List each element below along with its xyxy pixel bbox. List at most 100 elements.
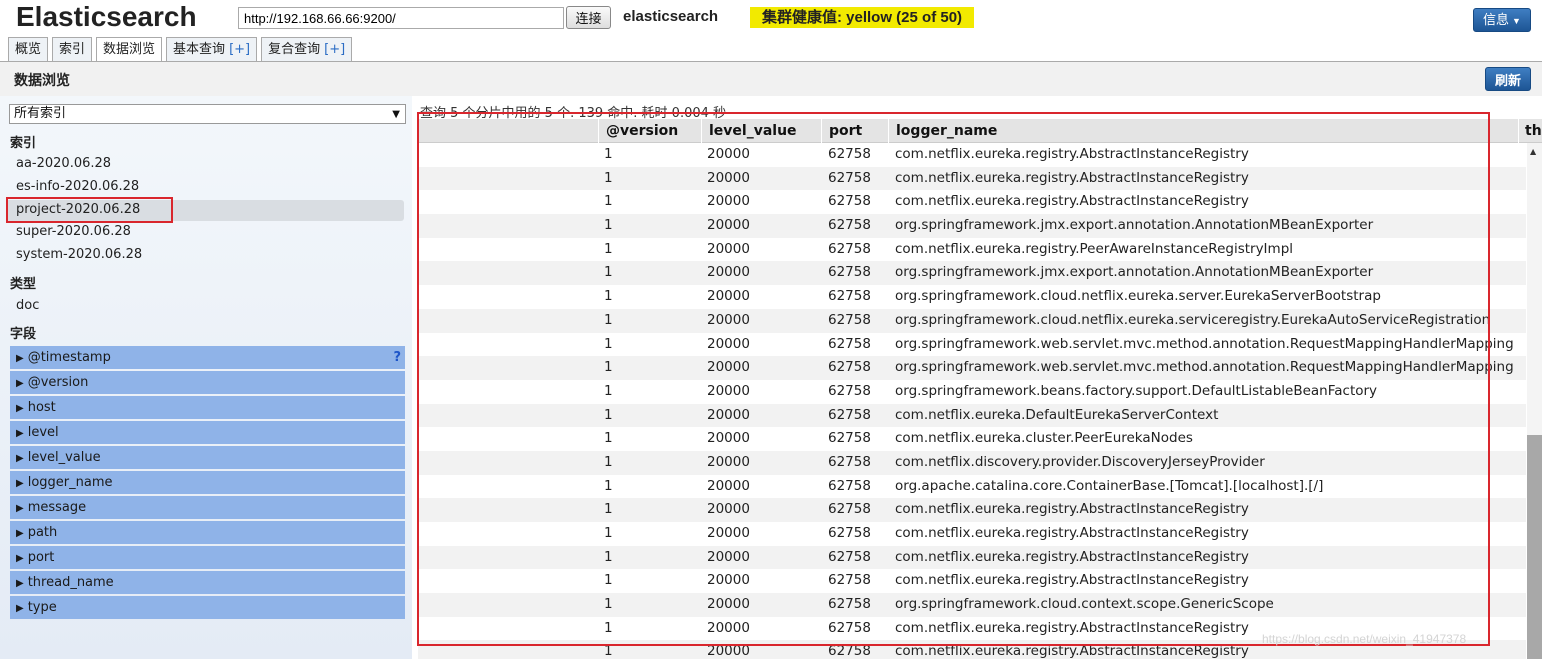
cell-level-value: 20000: [707, 311, 750, 328]
tab-label: 复合查询: [268, 42, 321, 57]
tab-compound-query[interactable]: 复合查询 [+]: [261, 37, 353, 62]
cell-logger-name: com.netflix.eureka.registry.AbstractInst…: [895, 619, 1249, 636]
expand-triangle-icon: ▶: [16, 578, 24, 589]
expand-triangle-icon: ▶: [16, 528, 24, 539]
refresh-button[interactable]: 刷新: [1485, 67, 1531, 91]
expand-triangle-icon: ▶: [16, 478, 24, 489]
cell-level-value: 20000: [707, 193, 750, 210]
cell-level-value: 20000: [707, 501, 750, 518]
index-item[interactable]: super-2020.06.28: [16, 224, 131, 239]
table-row[interactable]: 1 20000 62758 org.springframework.web.servl…: [418, 333, 1526, 357]
cell-port: 62758: [828, 643, 871, 659]
table-row[interactable]: 1 20000 62758 com.netflix.eureka.registry.A…: [418, 143, 1526, 167]
table-row[interactable]: 1 20000 62758 com.netflix.eureka.registry.A…: [418, 545, 1526, 570]
index-select-value: 所有索引: [14, 106, 67, 121]
scroll-up-arrow-icon[interactable]: ▲: [1530, 147, 1536, 156]
cell-port: 62758: [828, 430, 871, 447]
table-row[interactable]: 1 20000 62758 org.apache.catalina.core.Cont…: [418, 475, 1526, 499]
cell-level-value: 20000: [707, 453, 750, 470]
field-item[interactable]: ▶ thread_name: [10, 571, 405, 594]
type-item[interactable]: doc: [16, 298, 39, 313]
cell-logger-name: org.springframework.jmx.export.annotatio…: [895, 264, 1374, 281]
cell-logger-name: com.netflix.eureka.registry.AbstractInst…: [895, 525, 1249, 541]
top-header: Elasticsearch 连接 elasticsearch 集群健康值: ye…: [0, 0, 1542, 63]
add-tab-plus[interactable]: [+]: [324, 42, 345, 57]
column-header-port[interactable]: port: [821, 119, 888, 143]
column-header-version[interactable]: @version: [598, 119, 701, 143]
index-item[interactable]: system-2020.06.28: [16, 247, 142, 262]
index-annotation-outline: [6, 197, 173, 223]
field-item[interactable]: ▶ @timestamp?: [10, 346, 405, 369]
section-bar: 数据浏览 刷新: [0, 62, 1542, 96]
table-row[interactable]: 1 20000 62758 org.springframework.web.servl…: [418, 356, 1526, 380]
table-row[interactable]: 1 20000 62758 org.springframework.cloud.con…: [418, 593, 1526, 617]
table-row[interactable]: 1 20000 62758 com.netflix.eureka.registry.A…: [418, 498, 1526, 522]
table-row[interactable]: 1 20000 62758 com.netflix.eureka.cluster.Pe…: [418, 427, 1526, 451]
index-item[interactable]: es-info-2020.06.28: [16, 179, 139, 194]
field-item[interactable]: ▶ host: [10, 396, 405, 419]
cell-logger-name: com.netflix.eureka.registry.AbstractInst…: [895, 548, 1249, 565]
expand-triangle-icon: ▶: [16, 453, 24, 464]
cell-version: 1: [604, 288, 613, 305]
cell-version: 1: [604, 359, 613, 376]
tab-basic-query[interactable]: 基本查询 [+]: [166, 37, 258, 62]
table-row[interactable]: 1 20000 62758 com.netflix.eureka.registry.A…: [418, 522, 1526, 546]
cell-level-value: 20000: [707, 359, 750, 376]
tab-label: 数据浏览: [103, 42, 156, 57]
tab-indices[interactable]: 索引: [52, 37, 93, 62]
cell-level-value: 20000: [707, 264, 750, 281]
column-header-thread-name[interactable]: th: [1518, 119, 1542, 143]
cell-version: 1: [604, 146, 613, 162]
tab-overview[interactable]: 概览: [8, 37, 49, 62]
table-row[interactable]: 1 20000 62758 com.netflix.discovery.provide…: [418, 450, 1526, 475]
cell-port: 62758: [828, 193, 871, 210]
cell-level-value: 20000: [707, 643, 750, 659]
table-row[interactable]: 1 20000 62758 com.netflix.eureka.registry.P…: [418, 238, 1526, 262]
field-label: host: [27, 400, 56, 415]
field-item[interactable]: ▶ type: [10, 596, 405, 619]
column-header-level-value[interactable]: level_value: [701, 119, 821, 143]
field-item[interactable]: ▶ logger_name: [10, 471, 405, 494]
field-item[interactable]: ▶ message: [10, 496, 405, 519]
cell-version: 1: [604, 193, 613, 210]
cell-port: 62758: [828, 406, 871, 423]
cell-version: 1: [604, 501, 613, 518]
connect-button[interactable]: 连接: [566, 6, 611, 29]
field-item[interactable]: ▶ level_value: [10, 446, 405, 469]
tab-label: 索引: [59, 42, 86, 57]
cell-level-value: 20000: [707, 619, 750, 636]
index-item[interactable]: aa-2020.06.28: [16, 156, 111, 171]
field-item[interactable]: ▶ level: [10, 421, 405, 444]
table-row[interactable]: 1 20000 62758 org.springframework.cloud.net…: [418, 285, 1526, 309]
cell-version: 1: [604, 264, 613, 281]
table-row[interactable]: 1 20000 62758 org.springframework.jmx.expor…: [418, 261, 1526, 286]
field-label: level: [27, 425, 59, 440]
field-item[interactable]: ▶ @version: [10, 371, 405, 394]
table-row[interactable]: 1 20000 62758 org.springframework.jmx.expor…: [418, 214, 1526, 238]
scrollbar-thumb[interactable]: [1527, 435, 1542, 659]
add-tab-plus[interactable]: [+]: [229, 42, 250, 57]
app-title: Elasticsearch: [16, 1, 197, 32]
index-select[interactable]: 所有索引 ▼: [9, 104, 406, 124]
table-row[interactable]: 1 20000 62758 com.netflix.eureka.registry.A…: [418, 190, 1526, 214]
table-row[interactable]: 1 20000 62758 com.netflix.eureka.DefaultEur…: [418, 403, 1526, 428]
cell-port: 62758: [828, 288, 871, 305]
help-icon[interactable]: ?: [393, 346, 401, 369]
field-list: ▶ @timestamp? ▶ @version ▶ host ▶ level ▶ lev…: [10, 346, 405, 621]
table-row[interactable]: 1 20000 62758 com.netflix.eureka.registry.A…: [418, 569, 1526, 593]
info-menu-button[interactable]: 信息 ▼: [1473, 8, 1531, 32]
cell-level-value: 20000: [707, 548, 750, 565]
table-row[interactable]: 1 20000 62758 org.springframework.cloud.net…: [418, 308, 1526, 333]
type-heading: 类型: [10, 277, 37, 292]
column-header-logger-name[interactable]: logger_name: [888, 119, 1518, 143]
tab-data-browser[interactable]: 数据浏览: [96, 37, 163, 63]
field-item[interactable]: ▶ port: [10, 546, 405, 569]
table-row[interactable]: 1 20000 62758 org.springframework.beans.fac…: [418, 380, 1526, 404]
field-item[interactable]: ▶ path: [10, 521, 405, 544]
info-button-label: 信息: [1483, 12, 1510, 27]
cluster-url-input[interactable]: [238, 7, 564, 29]
table-row[interactable]: 1 20000 62758 com.netflix.eureka.registry.A…: [418, 166, 1526, 191]
cell-logger-name: org.springframework.web.servlet.mvc.meth…: [895, 335, 1514, 352]
cluster-name: elasticsearch: [623, 8, 719, 25]
cell-port: 62758: [828, 382, 871, 399]
